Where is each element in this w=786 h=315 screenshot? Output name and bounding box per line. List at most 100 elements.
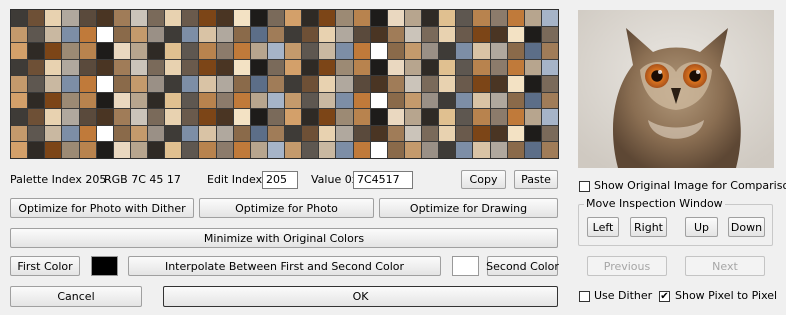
palette-swatch[interactable] <box>439 109 456 125</box>
palette-swatch[interactable] <box>319 109 336 125</box>
palette-swatch[interactable] <box>524 92 541 109</box>
palette-swatch[interactable] <box>199 92 216 109</box>
palette-swatch[interactable] <box>113 142 130 158</box>
palette-swatch[interactable] <box>302 92 319 109</box>
palette-swatch[interactable] <box>302 109 319 125</box>
palette-swatch[interactable] <box>62 26 79 43</box>
palette-swatch[interactable] <box>233 43 250 59</box>
palette-swatch[interactable] <box>267 59 284 76</box>
palette-swatch[interactable] <box>250 43 267 59</box>
palette-swatch[interactable] <box>422 26 439 43</box>
palette-swatch[interactable] <box>456 125 473 142</box>
palette-swatch[interactable] <box>404 43 421 59</box>
palette-swatch[interactable] <box>473 59 490 76</box>
palette-swatch[interactable] <box>285 43 302 59</box>
palette-swatch[interactable] <box>148 59 165 76</box>
palette-swatch[interactable] <box>524 142 541 158</box>
ok-button[interactable]: OK <box>163 286 558 307</box>
palette-swatch[interactable] <box>62 109 79 125</box>
palette-swatch[interactable] <box>62 76 79 92</box>
palette-swatch[interactable] <box>336 142 353 158</box>
palette-swatch[interactable] <box>182 43 199 59</box>
palette-swatch[interactable] <box>490 43 507 59</box>
palette-swatch[interactable] <box>370 26 387 43</box>
palette-swatch[interactable] <box>148 76 165 92</box>
palette-swatch[interactable] <box>541 59 558 76</box>
palette-swatch[interactable] <box>45 109 62 125</box>
palette-swatch[interactable] <box>165 109 182 125</box>
palette-swatch[interactable] <box>370 10 387 26</box>
palette-swatch[interactable] <box>62 43 79 59</box>
palette-swatch[interactable] <box>233 92 250 109</box>
palette-swatch[interactable] <box>302 59 319 76</box>
palette-swatch[interactable] <box>45 10 62 26</box>
palette-swatch[interactable] <box>422 59 439 76</box>
palette-swatch[interactable] <box>507 59 524 76</box>
palette-swatch[interactable] <box>113 26 130 43</box>
palette-swatch[interactable] <box>336 109 353 125</box>
value-hex-field[interactable]: 7C4517 <box>353 171 413 189</box>
palette-swatch[interactable] <box>233 125 250 142</box>
palette-swatch[interactable] <box>490 92 507 109</box>
palette-swatch[interactable] <box>216 109 233 125</box>
palette-swatch[interactable] <box>28 59 45 76</box>
second-color-button[interactable]: Second Color <box>486 256 559 276</box>
palette-swatch[interactable] <box>11 43 28 59</box>
palette-swatch[interactable] <box>79 76 96 92</box>
palette-swatch[interactable] <box>148 43 165 59</box>
palette-swatch[interactable] <box>353 10 370 26</box>
palette-swatch[interactable] <box>233 10 250 26</box>
palette-swatch[interactable] <box>250 59 267 76</box>
palette-swatch[interactable] <box>336 125 353 142</box>
show-original-checkbox[interactable] <box>579 181 590 192</box>
palette-swatch[interactable] <box>11 10 28 26</box>
palette-swatch[interactable] <box>404 10 421 26</box>
palette-swatch[interactable] <box>45 76 62 92</box>
palette-swatch[interactable] <box>456 43 473 59</box>
palette-swatch[interactable] <box>113 76 130 92</box>
palette-swatch[interactable] <box>28 92 45 109</box>
palette-swatch[interactable] <box>182 59 199 76</box>
palette-swatch[interactable] <box>370 92 387 109</box>
palette-swatch[interactable] <box>113 109 130 125</box>
palette-swatch[interactable] <box>199 26 216 43</box>
next-button[interactable]: Next <box>685 256 765 276</box>
palette-swatch[interactable] <box>45 59 62 76</box>
palette-swatch[interactable] <box>182 92 199 109</box>
palette-swatch[interactable] <box>216 125 233 142</box>
palette-swatch[interactable] <box>370 125 387 142</box>
palette-swatch[interactable] <box>319 10 336 26</box>
use-dither-checkbox[interactable] <box>579 291 590 302</box>
palette-swatch[interactable] <box>422 109 439 125</box>
palette-swatch[interactable] <box>285 76 302 92</box>
palette-swatch[interactable] <box>267 92 284 109</box>
palette-swatch[interactable] <box>490 76 507 92</box>
palette-swatch[interactable] <box>456 142 473 158</box>
palette-swatch[interactable] <box>404 92 421 109</box>
palette-swatch[interactable] <box>387 109 404 125</box>
palette-swatch[interactable] <box>302 26 319 43</box>
palette-swatch[interactable] <box>387 59 404 76</box>
palette-swatch[interactable] <box>165 125 182 142</box>
palette-swatch[interactable] <box>285 125 302 142</box>
palette-swatch[interactable] <box>353 43 370 59</box>
palette-swatch[interactable] <box>62 10 79 26</box>
palette-swatch[interactable] <box>336 59 353 76</box>
palette-swatch[interactable] <box>79 125 96 142</box>
paste-button[interactable]: Paste <box>514 170 558 189</box>
palette-swatch[interactable] <box>45 92 62 109</box>
optimize-drawing-button[interactable]: Optimize for Drawing <box>379 198 558 218</box>
palette-swatch[interactable] <box>28 76 45 92</box>
palette-swatch[interactable] <box>165 76 182 92</box>
palette-swatch[interactable] <box>11 142 28 158</box>
palette-swatch[interactable] <box>216 10 233 26</box>
palette-swatch[interactable] <box>439 26 456 43</box>
palette-swatch[interactable] <box>199 59 216 76</box>
palette-swatch[interactable] <box>353 142 370 158</box>
palette-swatch[interactable] <box>113 92 130 109</box>
palette-swatch[interactable] <box>404 76 421 92</box>
palette-swatch[interactable] <box>216 142 233 158</box>
palette-swatch[interactable] <box>130 142 147 158</box>
palette-swatch[interactable] <box>182 125 199 142</box>
palette-swatch[interactable] <box>113 10 130 26</box>
